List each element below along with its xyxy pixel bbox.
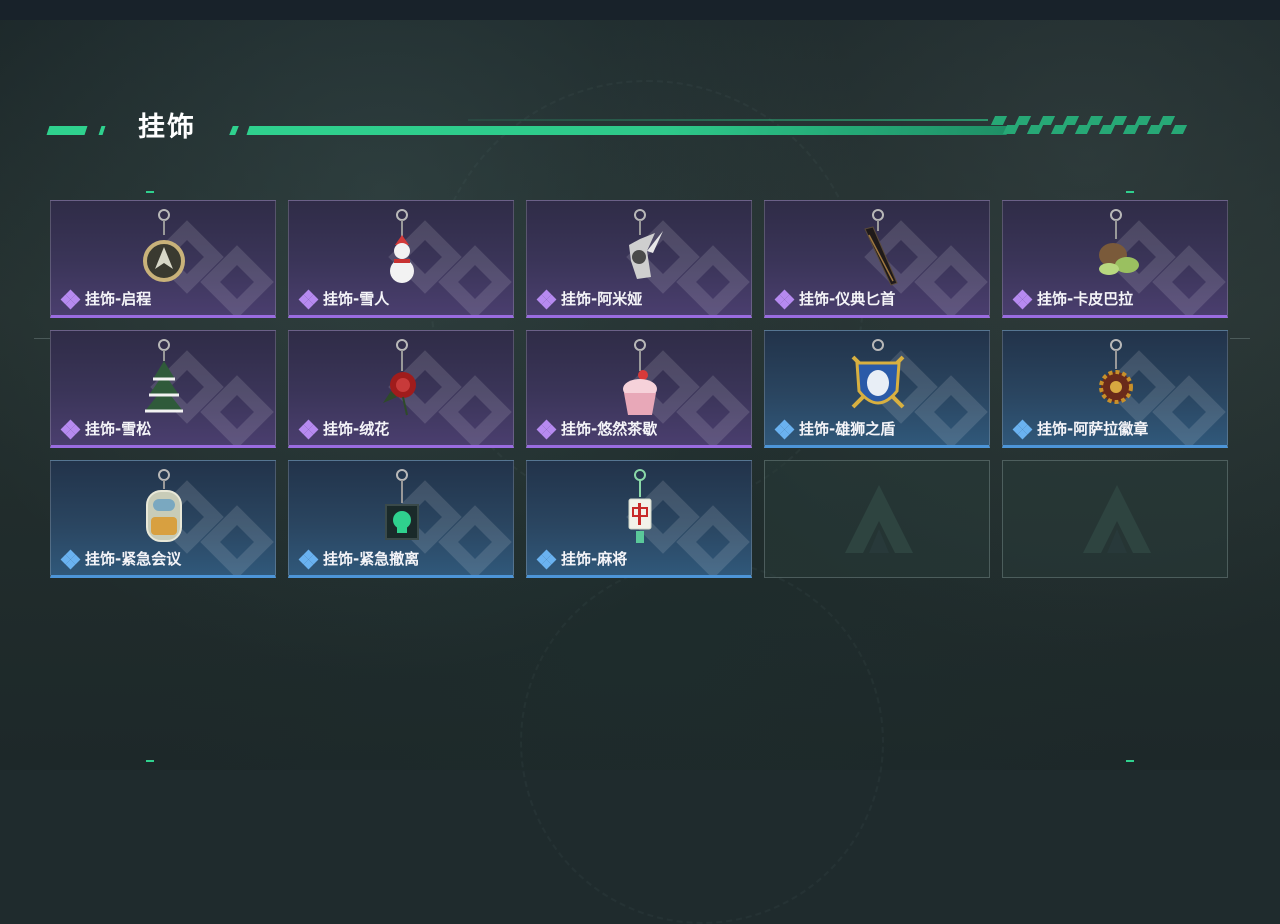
game-logo-icon [845,485,913,553]
badge-charm-icon [1099,339,1133,404]
empty-slot [764,460,990,578]
rarity-diamond-icon [536,419,557,439]
charm-label: 挂饰-卡皮巴拉 [1012,288,1133,309]
mahjong-charm-icon [628,469,652,543]
charm-label: 挂饰-绒花 [298,418,389,439]
dagger-charm-icon [864,209,898,286]
header-accent-block [46,126,88,135]
charm-card[interactable]: 挂饰-绒花 [288,330,514,448]
section-title: 挂饰 [138,112,196,143]
charm-card[interactable]: 挂饰-麻将 [526,460,752,578]
rarity-diamond-icon [1012,419,1033,439]
charm-card[interactable]: 挂饰-雄狮之盾 [764,330,990,448]
charm-label: 挂饰-紧急会议 [60,548,181,569]
rarity-diamond-icon [298,289,319,309]
charm-label: 挂饰-仪典匕首 [774,288,895,309]
charm-card[interactable]: 挂饰-雪松 [50,330,276,448]
header-checker-pattern [990,116,1203,136]
compass-charm-icon [143,209,185,282]
charm-label: 挂饰-悠然茶歇 [536,418,657,439]
header-accent-slash [98,126,106,135]
side-line-right [1230,338,1250,339]
lion-shield-charm-icon [851,339,905,409]
charm-card[interactable]: 挂饰-雪人 [288,200,514,318]
charm-label: 挂饰-雪人 [298,288,389,309]
amiya-charm-icon [629,209,663,279]
astronaut-charm-icon [146,469,182,542]
rarity-diamond-icon [536,549,557,569]
rarity-diamond-icon [60,419,81,439]
top-strip [0,0,1280,20]
charm-label: 挂饰-启程 [60,288,151,309]
charm-label: 挂饰-阿萨拉徽章 [1012,418,1148,439]
header-accent-slash [229,126,239,135]
corner-tick [1126,191,1134,193]
charm-card[interactable]: 挂饰-启程 [50,200,276,318]
charm-card[interactable]: 挂饰-紧急会议 [50,460,276,578]
charm-card[interactable]: 挂饰-紧急撤离 [288,460,514,578]
header-thin-line [468,119,988,121]
rarity-diamond-icon [774,289,795,309]
skull-cube-charm-icon [385,469,419,540]
rarity-diamond-icon [298,419,319,439]
rarity-diamond-icon [60,289,81,309]
charm-card[interactable]: 挂饰-仪典匕首 [764,200,990,318]
charm-card[interactable]: 挂饰-阿萨拉徽章 [1002,330,1228,448]
background-ring [520,560,884,924]
charm-label: 挂饰-紧急撤离 [298,548,419,569]
pine-tree-charm-icon [145,339,183,413]
rarity-diamond-icon [774,419,795,439]
charm-card[interactable]: 挂饰-悠然茶歇 [526,330,752,448]
side-line-left [34,338,50,339]
cupcake-charm-icon [623,339,657,415]
empty-slot [1002,460,1228,578]
charm-label: 挂饰-麻将 [536,548,627,569]
charm-card[interactable]: 挂饰-卡皮巴拉 [1002,200,1228,318]
game-logo-icon [1083,485,1151,553]
charm-label: 挂饰-雪松 [60,418,151,439]
corner-tick [1126,760,1134,762]
section-header: 挂饰 [46,110,1208,150]
charm-label: 挂饰-雄狮之盾 [774,418,895,439]
corner-tick [146,760,154,762]
rarity-diamond-icon [60,549,81,569]
charm-grid: 挂饰-启程 挂饰-雪人 挂饰-阿米娅 挂饰-仪典匕首 挂饰-卡皮巴拉 挂饰-雪松… [50,200,1230,580]
charm-label: 挂饰-阿米娅 [536,288,642,309]
rarity-diamond-icon [536,289,557,309]
capybara-charm-icon [1099,209,1139,275]
rose-charm-icon [383,339,416,416]
corner-tick [146,191,154,193]
header-accent-bar [246,126,1010,135]
rarity-diamond-icon [1012,289,1033,309]
charm-card[interactable]: 挂饰-阿米娅 [526,200,752,318]
rarity-diamond-icon [298,549,319,569]
snowman-charm-icon [390,209,414,283]
